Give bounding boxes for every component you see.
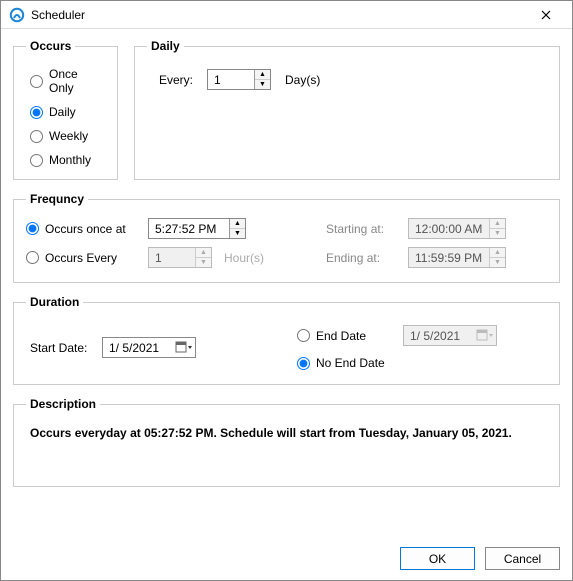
occurs-group: Occurs Once Only Daily Weekly Monthly	[13, 39, 118, 180]
occurs-monthly[interactable]: Monthly	[30, 153, 105, 167]
spinner-up-icon[interactable]: ▲	[230, 219, 245, 229]
no-end-date-radio[interactable]	[297, 357, 310, 370]
freq-starting-time: ▲ ▼	[408, 218, 506, 239]
start-date-picker[interactable]	[102, 337, 196, 358]
occurs-once-radio[interactable]	[30, 75, 43, 88]
freq-every-spinner: ▲ ▼	[148, 247, 212, 268]
freq-starting-input	[409, 219, 489, 238]
duration-legend: Duration	[26, 295, 83, 309]
calendar-dropdown-icon	[474, 329, 496, 343]
titlebar: Scheduler	[1, 1, 572, 29]
description-text: Occurs everyday at 05:27:52 PM. Schedule…	[26, 419, 547, 454]
freq-every-input	[149, 248, 195, 267]
freq-once-label: Occurs once at	[45, 222, 126, 236]
spinner-down-icon[interactable]: ▼	[255, 80, 270, 89]
occurs-legend: Occurs	[26, 39, 75, 53]
start-date-label: Start Date:	[30, 341, 102, 355]
end-date-option[interactable]: End Date	[297, 329, 393, 343]
spinner-down-icon[interactable]: ▼	[230, 229, 245, 238]
daily-unit-label: Day(s)	[285, 73, 320, 87]
start-date-input[interactable]	[103, 341, 173, 355]
calendar-dropdown-icon[interactable]	[173, 341, 195, 355]
occurs-daily-label: Daily	[49, 105, 76, 119]
daily-every-label: Every:	[159, 73, 193, 87]
spinner-up-icon: ▲	[490, 219, 505, 229]
freq-every[interactable]: Occurs Every	[26, 251, 136, 265]
cancel-button[interactable]: Cancel	[485, 547, 560, 570]
freq-every-unit: Hour(s)	[224, 251, 264, 265]
app-icon	[9, 7, 25, 23]
freq-every-radio[interactable]	[26, 251, 39, 264]
daily-group: Daily Every: ▲ ▼ Day(s)	[134, 39, 560, 180]
description-group: Description Occurs everyday at 05:27:52 …	[13, 397, 560, 487]
occurs-once-only[interactable]: Once Only	[30, 67, 105, 95]
frequency-legend: Frequncy	[26, 192, 88, 206]
freq-ending-input	[409, 248, 489, 267]
end-date-radio[interactable]	[297, 329, 310, 342]
close-button[interactable]	[526, 3, 566, 27]
occurs-monthly-label: Monthly	[49, 153, 91, 167]
ok-button[interactable]: OK	[400, 547, 475, 570]
occurs-monthly-radio[interactable]	[30, 154, 43, 167]
occurs-weekly-radio[interactable]	[30, 130, 43, 143]
daily-legend: Daily	[147, 39, 184, 53]
freq-ending-time: ▲ ▼	[408, 247, 506, 268]
frequency-group: Frequncy Occurs once at ▲ ▼	[13, 192, 560, 283]
spinner-up-icon: ▲	[196, 248, 211, 258]
duration-group: Duration Start Date: End Date	[13, 295, 560, 385]
freq-starting-label: Starting at:	[326, 222, 396, 236]
spinner-down-icon: ▼	[490, 229, 505, 238]
occurs-weekly[interactable]: Weekly	[30, 129, 105, 143]
occurs-once-label: Once Only	[49, 67, 105, 95]
spinner-up-icon[interactable]: ▲	[255, 70, 270, 80]
occurs-daily-radio[interactable]	[30, 106, 43, 119]
freq-once-radio[interactable]	[26, 222, 39, 235]
end-date-label: End Date	[316, 329, 366, 343]
no-end-date-option[interactable]: No End Date	[297, 356, 385, 370]
end-date-input	[404, 329, 474, 343]
occurs-weekly-label: Weekly	[49, 129, 88, 143]
spinner-up-icon: ▲	[490, 248, 505, 258]
freq-once-time[interactable]: ▲ ▼	[148, 218, 246, 239]
freq-every-label: Occurs Every	[45, 251, 117, 265]
description-legend: Description	[26, 397, 100, 411]
spinner-down-icon: ▼	[490, 258, 505, 267]
end-date-picker	[403, 325, 497, 346]
daily-every-spinner[interactable]: ▲ ▼	[207, 69, 271, 90]
freq-once-time-input[interactable]	[149, 219, 229, 238]
window-title: Scheduler	[31, 8, 526, 22]
no-end-date-label: No End Date	[316, 356, 385, 370]
freq-ending-label: Ending at:	[326, 251, 396, 265]
freq-once[interactable]: Occurs once at	[26, 222, 136, 236]
daily-every-input[interactable]	[208, 70, 254, 89]
spinner-down-icon: ▼	[196, 258, 211, 267]
occurs-daily[interactable]: Daily	[30, 105, 105, 119]
